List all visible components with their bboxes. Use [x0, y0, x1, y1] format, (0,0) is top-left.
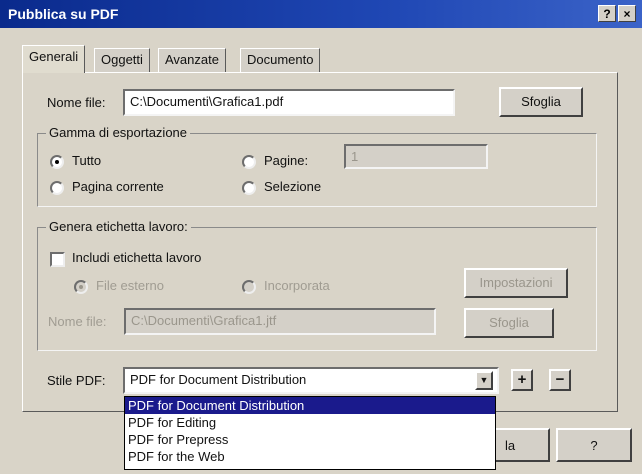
etichetta-nome-file-input[interactable]: C:\Documenti\Grafica1.jtf: [124, 308, 436, 335]
radio-selezione[interactable]: [242, 181, 256, 195]
dropdown-option-document-distribution[interactable]: PDF for Document Distribution: [125, 397, 495, 414]
gamma-esportazione-group: Gamma di esportazione Tutto Pagine: 1 Pa…: [37, 125, 597, 207]
tab-generali[interactable]: Generali: [22, 45, 86, 73]
nome-file-input[interactable]: C:\Documenti\Grafica1.pdf: [123, 89, 455, 116]
includi-etichetta-label: Includi etichetta lavoro: [72, 250, 202, 265]
tab-panel-generali: Nome file: C:\Documenti\Grafica1.pdf Sfo…: [22, 72, 618, 412]
radio-file-esterno[interactable]: [74, 280, 88, 294]
chevron-down-icon[interactable]: ▼: [475, 371, 493, 390]
tab-avanzate[interactable]: Avanzate: [158, 48, 226, 72]
radio-pagina-corrente[interactable]: [50, 181, 64, 195]
title-bar: Pubblica su PDF ? ×: [0, 0, 642, 28]
help-button[interactable]: ?: [556, 428, 632, 462]
radio-pagine[interactable]: [242, 155, 256, 169]
radio-incorporata[interactable]: [242, 280, 256, 294]
stile-pdf-value: PDF for Document Distribution: [130, 372, 307, 387]
etichetta-nome-file-label: Nome file:: [48, 314, 107, 329]
includi-etichetta-checkbox[interactable]: [50, 252, 65, 267]
stile-pdf-label: Stile PDF:: [47, 373, 106, 388]
dropdown-option-editing[interactable]: PDF for Editing: [125, 414, 495, 431]
stile-pdf-dropdown-list: PDF for Document Distribution PDF for Ed…: [124, 396, 496, 470]
tab-oggetti[interactable]: Oggetti: [94, 48, 150, 72]
etichetta-sfoglia-button[interactable]: Sfoglia: [464, 308, 554, 338]
etichetta-lavoro-group: Genera etichetta lavoro: Includi etichet…: [37, 219, 597, 351]
radio-tutto[interactable]: [50, 155, 64, 169]
sfoglia-button[interactable]: Sfoglia: [499, 87, 583, 117]
radio-pagina-corrente-label: Pagina corrente: [72, 179, 164, 194]
radio-tutto-label: Tutto: [72, 153, 102, 168]
pagine-input[interactable]: 1: [344, 144, 488, 169]
remove-stile-button[interactable]: −: [549, 369, 571, 391]
close-title-button[interactable]: ×: [618, 5, 636, 22]
dropdown-option-web[interactable]: PDF for the Web: [125, 448, 495, 465]
radio-pagine-label: Pagine:: [264, 153, 309, 168]
gamma-group-title: Gamma di esportazione: [46, 125, 191, 140]
impostazioni-button[interactable]: Impostazioni: [464, 268, 568, 298]
add-stile-button[interactable]: +: [511, 369, 533, 391]
radio-incorporata-label: Incorporata: [264, 278, 330, 293]
tab-documento[interactable]: Documento: [240, 48, 321, 72]
help-title-button[interactable]: ?: [598, 5, 616, 22]
stile-pdf-combobox[interactable]: PDF for Document Distribution: [123, 367, 499, 394]
window-title: Pubblica su PDF: [8, 6, 119, 22]
nome-file-label: Nome file:: [47, 95, 106, 110]
radio-selezione-label: Selezione: [264, 179, 322, 194]
etichetta-group-title: Genera etichetta lavoro:: [46, 219, 191, 234]
dropdown-option-prepress[interactable]: PDF for Prepress: [125, 431, 495, 448]
radio-file-esterno-label: File esterno: [96, 278, 164, 293]
